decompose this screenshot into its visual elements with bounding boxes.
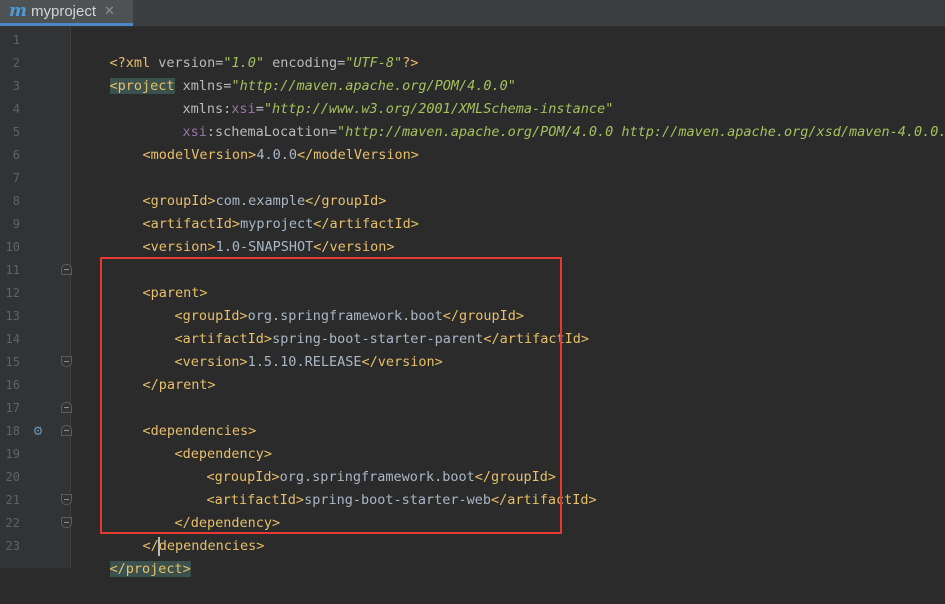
line-number: 4 [12,102,20,116]
code-line-1: <?xml version="1.0" encoding="UTF-8"?> [77,29,419,71]
line-number: 8 [12,194,20,208]
line-number: 9 [12,217,20,231]
fold-marker-dependencies-open[interactable] [61,402,72,413]
line-number: 19 [5,447,20,461]
tag-text: 4.0.0 [256,147,297,163]
fold-marker-dependency-open[interactable] [61,425,72,436]
code-line-23: </project> [77,535,191,577]
line-number: 14 [5,332,20,346]
code-line-7: <groupId>com.example</groupId> [110,167,387,209]
tag-open: <modelVersion> [142,147,257,163]
line-number: 10 [5,240,20,254]
line-number: 1 [12,33,20,47]
fold-marker-parent-close[interactable] [61,356,72,367]
line-number: 12 [5,286,20,300]
text-caret [158,537,160,556]
tag-close: </version> [313,239,395,255]
line-number: 20 [5,470,20,484]
fold-marker-dependencies-close[interactable] [61,517,72,528]
code-line-5: <modelVersion>4.0.0</modelVersion> [110,121,419,163]
line-number: 17 [5,401,20,415]
editor-gutter: 1 2 3 4 5 6 7 8 9 10 11 12 13 14 15 16 17 18 19 20 21 22 23 [0,27,70,568]
line-number: 2 [12,56,20,70]
line-number: 11 [5,263,20,277]
code-line-3: xmlns:xsi="http://www.w3.org/2001/XMLSch… [150,75,614,117]
tag-close: </modelVersion> [296,147,419,163]
close-icon[interactable]: ✕ [104,4,115,19]
line-number: 23 [5,539,20,553]
code-line-4: xsi:schemaLocation="http://maven.apache.… [150,98,945,140]
line-number: 16 [5,378,20,392]
line-number: 21 [5,493,20,507]
maven-icon: m [9,1,27,21]
line-number: 13 [5,309,20,323]
line-number: 3 [12,79,20,93]
highlight-annotation-box [100,257,562,534]
gutter-divider [70,27,71,568]
fold-marker-parent-open[interactable] [61,264,72,275]
line-number: 18 [5,424,20,438]
line-number: 5 [12,125,20,139]
line-number: 7 [12,171,20,185]
line-number: 6 [12,148,20,162]
editor-tab-bar: m myproject ✕ [0,0,945,27]
code-line-8: <artifactId>myproject</artifactId> [110,190,419,232]
tag-text: 1.0-SNAPSHOT [215,239,314,255]
tag-open: <version> [142,239,216,255]
project-close-tag: </project> [109,561,191,577]
tab-title: myproject [31,3,97,20]
code-line-2: <project xmlns="http://maven.apache.org/… [77,52,516,94]
value-schema-location: "http://maven.apache.org/POM/4.0.0 http:… [336,124,945,140]
tab-myproject[interactable]: m myproject ✕ [0,0,133,26]
fold-marker-dependency-close[interactable] [61,494,72,505]
spring-bean-icon[interactable]: ⚙ [31,424,45,438]
code-line-9: <version>1.0-SNAPSHOT</version> [110,213,395,255]
line-number: 15 [5,355,20,369]
line-number: 22 [5,516,20,530]
